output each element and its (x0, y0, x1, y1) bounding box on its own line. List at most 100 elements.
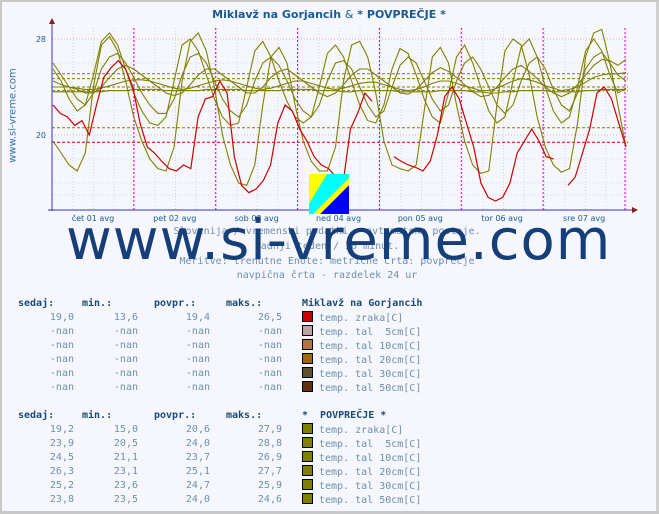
cell-now: 19,2 (49, 424, 74, 435)
column-header: povpr.: (154, 298, 197, 309)
cell-now: 23,9 (49, 438, 74, 449)
cell-avg: -nan (185, 326, 210, 337)
cell-max: 24,6 (257, 494, 282, 505)
cell-min: -nan (113, 368, 138, 379)
cell-min: 23,1 (113, 466, 138, 477)
legend-label: temp. zraka[C] (319, 313, 404, 324)
legend-label: temp. tal 30cm[C] (319, 481, 422, 492)
legend-swatch-icon (302, 325, 313, 336)
series-line-3 (52, 51, 627, 118)
cell-max: -nan (257, 382, 282, 393)
station-name: * POVPREČJE * (302, 410, 387, 421)
y-tick-label: 28 (36, 35, 46, 44)
cell-now: -nan (49, 326, 74, 337)
cell-min: -nan (113, 354, 138, 365)
column-header: min.: (82, 298, 113, 309)
cell-avg: -nan (185, 368, 210, 379)
legend-entry: temp. tal 10cm[C] (302, 339, 421, 354)
cell-avg: 19,4 (185, 312, 210, 323)
legend-swatch-icon (302, 437, 313, 448)
cell-now: 24,5 (49, 452, 74, 463)
cell-max: 26,5 (257, 312, 282, 323)
cell-avg: -nan (185, 354, 210, 365)
column-header: sedaj: (18, 410, 55, 421)
legend-swatch-icon (302, 493, 313, 504)
watermark: www.si-vreme.com (66, 208, 612, 273)
legend-label: temp. tal 30cm[C] (319, 369, 422, 380)
cell-max: 27,7 (257, 466, 282, 477)
cell-now: 25,2 (49, 480, 74, 491)
x-axis-arrow-icon (632, 207, 638, 213)
legend-swatch-icon (302, 465, 313, 476)
y-tick-label: 20 (36, 131, 46, 140)
column-header: maks.: (226, 298, 263, 309)
cell-now: 23,8 (49, 494, 74, 505)
cell-avg: -nan (185, 340, 210, 351)
cell-min: 13,6 (113, 312, 138, 323)
legend-label: temp. tal 20cm[C] (319, 467, 422, 478)
cell-min: 20,5 (113, 438, 138, 449)
legend-label: temp. tal 10cm[C] (319, 341, 422, 352)
legend-swatch-icon (302, 353, 313, 364)
legend-label: temp. tal 5cm[C] (319, 327, 422, 338)
legend-entry: temp. zraka[C] (302, 423, 403, 438)
legend-entry: temp. tal 10cm[C] (302, 451, 421, 466)
cell-max: 28,8 (257, 438, 282, 449)
legend-swatch-icon (302, 423, 313, 434)
legend-swatch-icon (302, 479, 313, 490)
legend-swatch-icon (302, 311, 313, 322)
cell-avg: -nan (185, 382, 210, 393)
cell-max: 26,9 (257, 452, 282, 463)
legend-label: temp. zraka[C] (319, 425, 404, 436)
cell-max: 27,9 (257, 424, 282, 435)
legend-entry: temp. tal 5cm[C] (302, 325, 421, 340)
series-line-6 (53, 88, 626, 94)
cell-avg: 23,7 (185, 452, 210, 463)
cell-avg: 24,7 (185, 480, 210, 491)
cell-min: -nan (113, 340, 138, 351)
cell-now: -nan (49, 354, 74, 365)
legend-entry: temp. zraka[C] (302, 311, 403, 326)
legend-label: temp. tal 5cm[C] (319, 439, 422, 450)
legend-swatch-icon (302, 381, 313, 392)
legend-entry: temp. tal 50cm[C] (302, 381, 421, 396)
legend-entry: temp. tal 20cm[C] (302, 465, 421, 480)
station-name: Miklavž na Gorjancih (302, 298, 423, 309)
cell-now: -nan (49, 382, 74, 393)
cell-now: 26,3 (49, 466, 74, 477)
legend-swatch-icon (302, 339, 313, 350)
legend-entry: temp. tal 20cm[C] (302, 353, 421, 368)
cell-min: -nan (113, 326, 138, 337)
cell-avg: 25,1 (185, 466, 210, 477)
legend-entry: temp. tal 30cm[C] (302, 479, 421, 494)
cell-now: -nan (49, 340, 74, 351)
cell-avg: 24,0 (185, 438, 210, 449)
legend-entry: temp. tal 50cm[C] (302, 493, 421, 508)
cell-max: -nan (257, 368, 282, 379)
column-header: min.: (82, 410, 113, 421)
cell-min: 15,0 (113, 424, 138, 435)
legend-label: temp. tal 10cm[C] (319, 453, 422, 464)
column-header: maks.: (226, 410, 263, 421)
legend-label: temp. tal 50cm[C] (319, 383, 422, 394)
cell-min: 23,5 (113, 494, 138, 505)
cell-min: 23,6 (113, 480, 138, 491)
cell-max: 25,9 (257, 480, 282, 491)
legend-swatch-icon (302, 367, 313, 378)
column-header: povpr.: (154, 410, 197, 421)
column-header: sedaj: (18, 298, 55, 309)
cell-max: -nan (257, 326, 282, 337)
cell-min: -nan (113, 382, 138, 393)
cell-min: 21,1 (113, 452, 138, 463)
legend-entry: temp. tal 30cm[C] (302, 367, 421, 382)
legend-label: temp. tal 20cm[C] (319, 355, 422, 366)
legend-entry: temp. tal 5cm[C] (302, 437, 421, 452)
legend-label: temp. tal 50cm[C] (319, 495, 422, 506)
cell-now: 19,0 (49, 312, 74, 323)
cell-max: -nan (257, 354, 282, 365)
cell-now: -nan (49, 368, 74, 379)
cell-max: -nan (257, 340, 282, 351)
y-axis-arrow-icon (49, 18, 55, 24)
cell-avg: 20,6 (185, 424, 210, 435)
legend-swatch-icon (302, 451, 313, 462)
